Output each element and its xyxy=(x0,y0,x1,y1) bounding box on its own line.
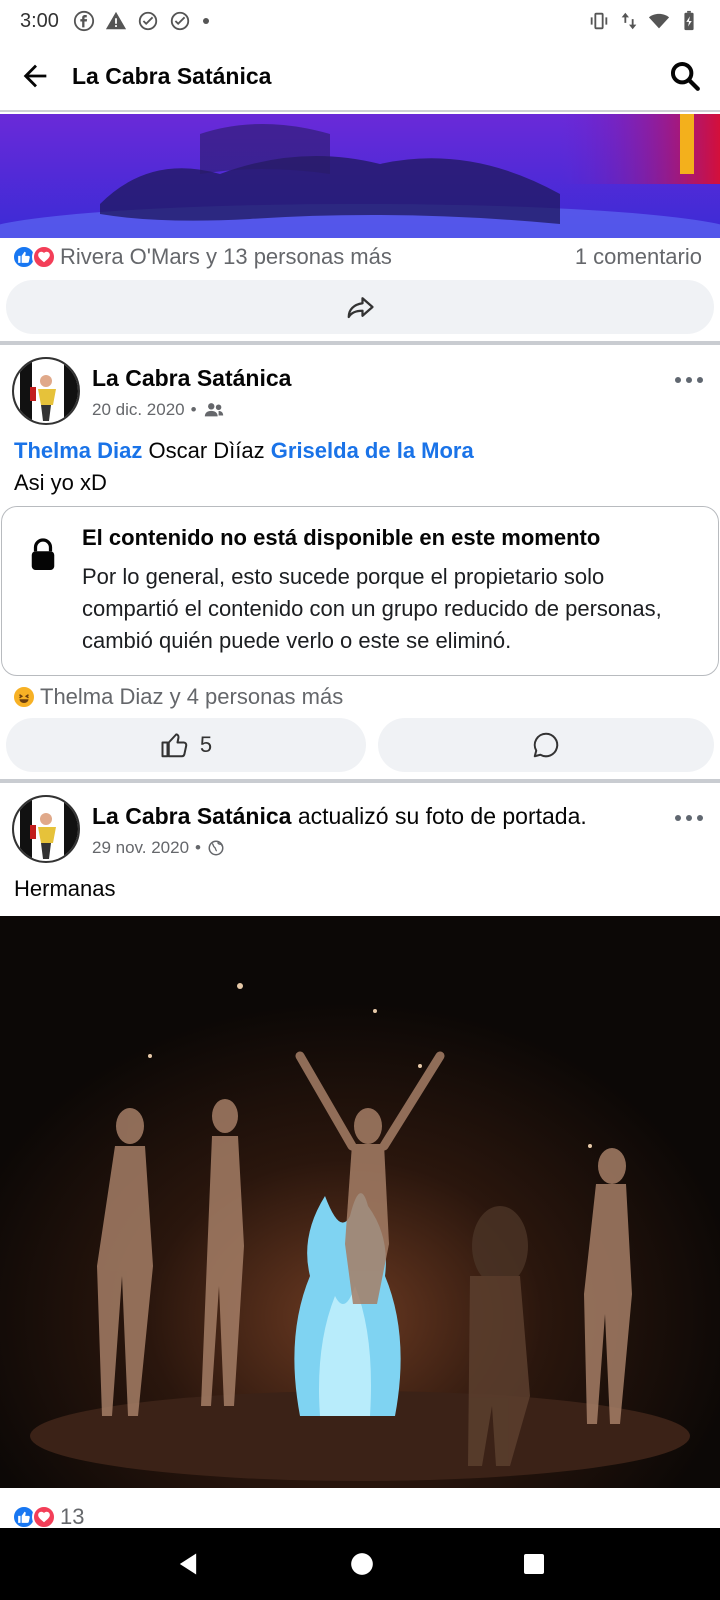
post-divider xyxy=(0,779,720,783)
comment-icon xyxy=(533,732,559,758)
reaction-icons xyxy=(12,685,36,709)
lock-icon xyxy=(31,538,55,570)
check-circle-icon xyxy=(138,11,158,31)
like-count: 5 xyxy=(199,732,213,757)
post-meta: 29 nov. 2020 • xyxy=(92,838,587,858)
share-icon xyxy=(347,297,374,319)
post-header: La Cabra Satánica 20 dic. 2020 • xyxy=(0,357,720,425)
meta-separator: • xyxy=(190,400,197,419)
post-divider xyxy=(0,341,720,345)
system-navigation-bar xyxy=(0,1528,720,1600)
post-author[interactable]: La Cabra Satánica xyxy=(92,365,291,392)
post-image[interactable] xyxy=(0,916,720,1488)
post-author[interactable]: La Cabra Satánica xyxy=(92,803,291,829)
avatar[interactable] xyxy=(12,795,80,863)
reaction-count: 13 xyxy=(60,1506,85,1528)
notification-icons xyxy=(73,10,211,32)
globe-icon xyxy=(208,840,224,856)
post-image[interactable] xyxy=(0,114,720,238)
facebook-icon xyxy=(73,10,95,32)
wifi-icon xyxy=(648,13,670,29)
status-time: 3:00 xyxy=(20,9,59,32)
unavailable-description: Por lo general, esto sucede porque el pr… xyxy=(82,564,662,653)
meta-separator: • xyxy=(195,838,201,857)
status-bar: 3:00 xyxy=(0,0,720,42)
home-nav-icon[interactable] xyxy=(349,1551,375,1577)
thumbs-up-icon xyxy=(161,733,188,758)
avatar[interactable] xyxy=(12,357,80,425)
post-reactions[interactable]: 13 xyxy=(12,1506,702,1528)
haha-reaction-icon xyxy=(12,685,36,709)
data-arrows-icon xyxy=(621,12,637,30)
post-text: Hermanas xyxy=(14,876,116,901)
post-header: La Cabra Satánica actualizó su foto de p… xyxy=(0,795,720,863)
post-meta: 20 dic. 2020 • xyxy=(92,400,291,420)
love-reaction-icon xyxy=(32,1506,56,1528)
vibrate-icon xyxy=(590,12,608,30)
post-reactions[interactable]: Rivera O'Mars y 13 personas más 1 coment… xyxy=(12,244,702,270)
warning-icon xyxy=(105,11,127,30)
unavailable-content-card: El contenido no está disponible en este … xyxy=(1,506,719,676)
post-date[interactable]: 20 dic. 2020 xyxy=(92,400,185,420)
share-button[interactable] xyxy=(6,280,714,334)
comment-button[interactable] xyxy=(378,718,714,772)
friends-audience-icon xyxy=(204,403,223,417)
system-icons xyxy=(588,10,700,32)
tag-link[interactable]: Thelma Diaz xyxy=(14,438,142,463)
reaction-summary: Thelma Diaz y 4 personas más xyxy=(40,684,344,709)
check-circle-icon xyxy=(170,11,190,31)
battery-icon xyxy=(684,10,694,31)
reaction-icons xyxy=(12,245,56,269)
love-reaction-icon xyxy=(32,245,56,269)
post-photo xyxy=(0,114,720,238)
dot-icon xyxy=(202,18,209,24)
post-photo xyxy=(0,916,720,1488)
post-reactions[interactable]: Thelma Diaz y 4 personas más xyxy=(12,684,702,710)
reaction-icons xyxy=(12,1506,56,1528)
post-text: Asi yo xD xyxy=(14,470,107,495)
tagged-people: Thelma Diaz Oscar Dìíaz Griselda de la M… xyxy=(14,438,474,464)
recents-nav-icon[interactable] xyxy=(522,1552,546,1576)
like-button[interactable]: 5 xyxy=(6,718,366,772)
tag-text: Oscar Dìíaz xyxy=(148,438,265,463)
more-options-icon[interactable] xyxy=(674,375,704,385)
comment-count[interactable]: 1 comentario xyxy=(575,244,702,270)
post-date[interactable]: 29 nov. 2020 xyxy=(92,838,189,858)
app-bar: La Cabra Satánica xyxy=(0,42,720,112)
page-title: La Cabra Satánica xyxy=(72,62,272,89)
tag-link[interactable]: Griselda de la Mora xyxy=(271,438,474,463)
more-options-icon[interactable] xyxy=(674,813,704,823)
post-author-line: La Cabra Satánica actualizó su foto de p… xyxy=(92,803,587,830)
search-icon[interactable] xyxy=(668,59,702,93)
back-arrow-icon[interactable] xyxy=(18,59,52,93)
back-nav-icon[interactable] xyxy=(174,1549,202,1579)
reaction-summary: Rivera O'Mars y 13 personas más xyxy=(60,244,392,269)
unavailable-title: El contenido no está disponible en este … xyxy=(82,525,601,550)
post-action: actualizó su foto de portada. xyxy=(297,803,587,829)
